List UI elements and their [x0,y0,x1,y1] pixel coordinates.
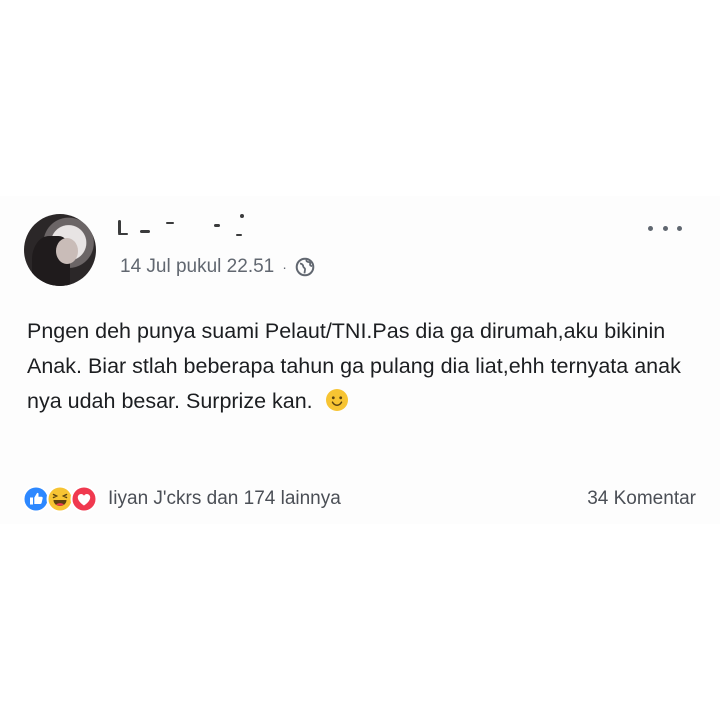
more-options-icon [648,225,653,231]
post-timestamp[interactable]: 14 Jul pukul 22.51 [120,256,274,278]
page: 14 Jul pukul 22.51 · Pngen deh punya sua… [0,0,720,720]
love-icon [70,485,98,513]
more-options-icon [677,225,682,231]
post-text: Pngen deh punya suami Pelaut/TNI.Pas dia… [27,319,681,413]
reactions-bar: Iiyan J'ckrs dan 174 lainnya [22,484,341,514]
smiling-face-icon [325,389,348,411]
avatar[interactable] [24,214,96,286]
reactions-summary[interactable]: Iiyan J'ckrs dan 174 lainnya [108,488,341,510]
globe-icon[interactable] [295,257,315,277]
reaction-icons[interactable] [22,485,98,513]
post-body: Pngen deh punya suami Pelaut/TNI.Pas dia… [27,314,697,419]
avatar-face [56,238,78,264]
post-meta: 14 Jul pukul 22.51 · [120,254,315,280]
more-options-icon [662,225,668,231]
comments-count-link[interactable]: 34 Komentar [587,484,696,514]
meta-separator: · [282,259,287,275]
author-name[interactable] [118,212,258,242]
more-options-button[interactable] [648,218,682,238]
